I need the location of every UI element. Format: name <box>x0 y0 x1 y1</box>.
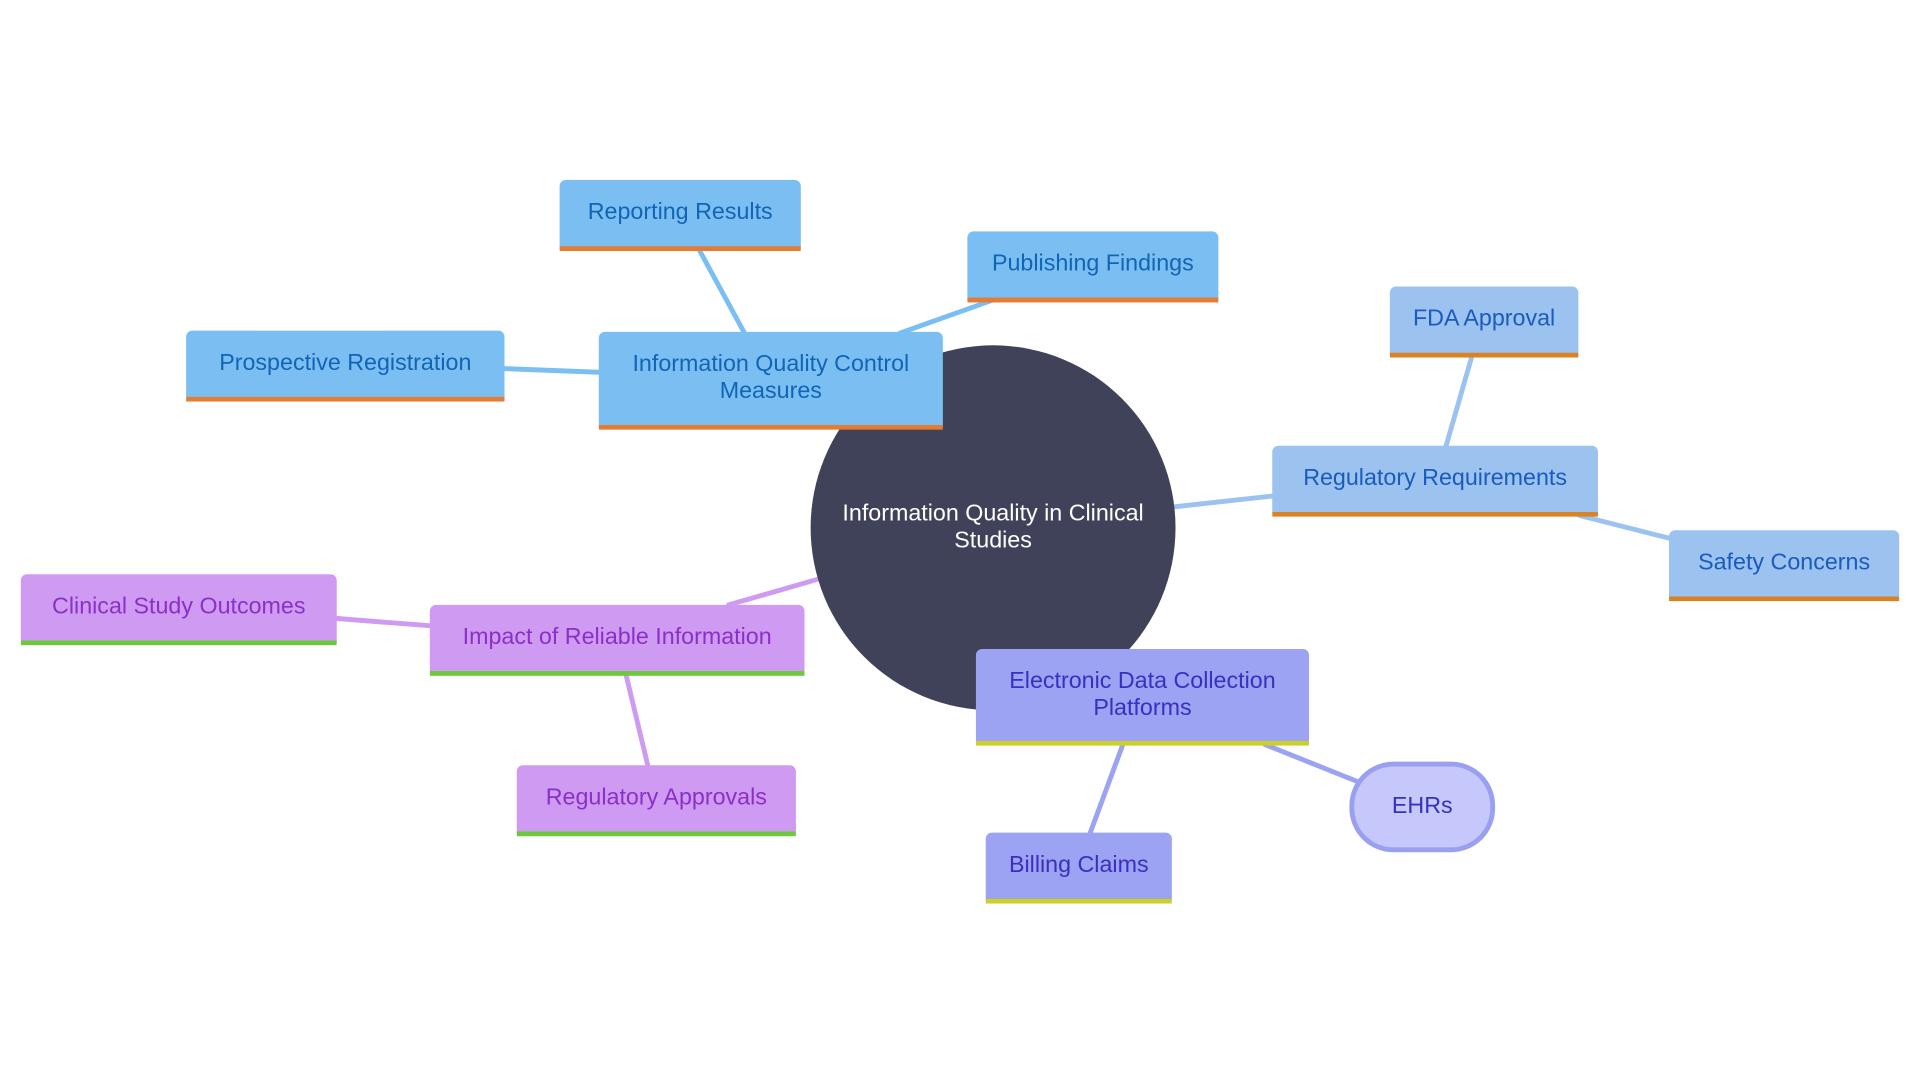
mind-map: Information Quality in Clinical Studies … <box>0 0 1920 1080</box>
edge <box>1087 742 1126 837</box>
edge <box>333 615 433 629</box>
node-ehrs[interactable]: EHRs <box>1349 761 1496 853</box>
node-label: Publishing Findings <box>991 251 1194 277</box>
edge <box>726 576 821 608</box>
node-label: Clinical Study Outcomes <box>52 593 306 620</box>
edge <box>897 297 996 336</box>
node-label: FDA Approval <box>1412 306 1556 332</box>
edge <box>1262 742 1360 784</box>
node-label: Prospective Registration <box>219 350 472 376</box>
node-electronic-data-collection[interactable]: Electronic Data Collection Platforms <box>975 648 1309 746</box>
node-regulatory-requirements[interactable]: Regulatory Requirements <box>1272 445 1598 517</box>
node-safety-concerns[interactable]: Safety Concerns <box>1668 530 1900 602</box>
node-regulatory-approvals[interactable]: Regulatory Approvals <box>516 765 796 837</box>
edge <box>1170 493 1276 510</box>
node-label: EHRs <box>1391 793 1453 820</box>
edge <box>1443 353 1475 449</box>
node-label: Reporting Results <box>587 199 773 226</box>
central-node-label: Information Quality in Clinical Studies <box>842 500 1144 554</box>
node-prospective-registration[interactable]: Prospective Registration <box>186 330 505 402</box>
node-quality-control[interactable]: Information Quality Control Measures <box>598 331 943 430</box>
node-clinical-study-outcomes[interactable]: Clinical Study Outcomes <box>20 574 337 646</box>
node-label: Safety Concerns <box>1698 549 1871 576</box>
node-publishing-findings[interactable]: Publishing Findings <box>967 231 1219 303</box>
edge <box>1577 513 1674 542</box>
node-reporting-results[interactable]: Reporting Results <box>559 180 801 252</box>
node-label: Regulatory Approvals <box>545 784 767 811</box>
node-label: Regulatory Requirements <box>1303 465 1568 492</box>
node-label: Impact of Reliable Information <box>462 624 772 651</box>
edge <box>696 247 747 336</box>
node-impact-reliable-information[interactable]: Impact of Reliable Information <box>429 604 805 676</box>
edge <box>623 671 651 768</box>
node-label: Electronic Data Collection Platforms <box>1009 667 1276 721</box>
node-fda-approval[interactable]: FDA Approval <box>1389 286 1579 358</box>
node-label: Information Quality Control Measures <box>632 351 910 405</box>
node-label: Billing Claims <box>1008 852 1149 878</box>
node-billing-claims[interactable]: Billing Claims <box>985 832 1172 904</box>
edge <box>500 366 602 375</box>
